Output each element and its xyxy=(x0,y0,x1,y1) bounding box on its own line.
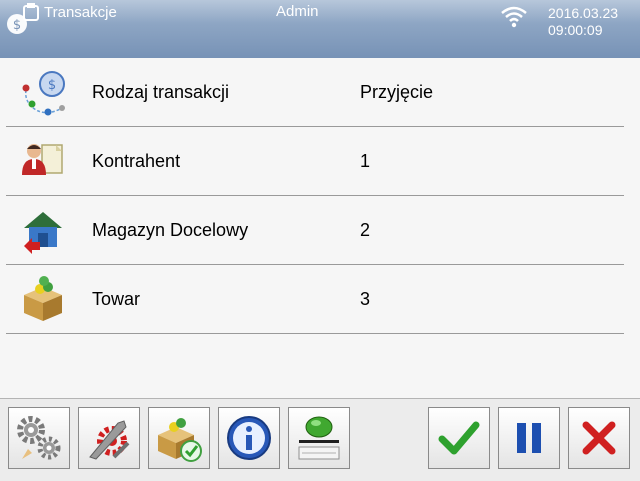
row-value: 3 xyxy=(360,289,371,309)
time-text: 09:00:09 xyxy=(548,22,603,38)
wifi-icon xyxy=(501,6,527,28)
row-target-warehouse[interactable]: Magazyn Docelowy 2 xyxy=(6,196,624,265)
product-check-icon xyxy=(158,418,202,462)
pause-icon xyxy=(517,423,541,453)
info-icon xyxy=(227,416,271,460)
bottom-toolbar xyxy=(0,398,640,481)
warehouse-icon xyxy=(24,212,62,254)
contractor-icon xyxy=(22,144,63,175)
cancel-button[interactable] xyxy=(568,407,630,469)
header-bar: $ Transakcje Admin 2016.03.23 09:00:09 xyxy=(0,0,640,58)
transaction-type-icon: $ xyxy=(22,71,65,116)
screen-title: Transakcje xyxy=(44,4,117,21)
tools-button[interactable] xyxy=(78,407,140,469)
date-time: 2016.03.23 09:00:09 xyxy=(548,5,618,39)
scale-coin-icon: $ xyxy=(7,3,39,34)
row-transaction-type[interactable]: $ Rodzaj transakcji Przyjęcie xyxy=(6,58,624,127)
pause-button[interactable] xyxy=(498,407,560,469)
transaction-list: $ Rodzaj transakcji Przyjęcie Kontrahent… xyxy=(0,58,640,398)
row-value: 2 xyxy=(360,220,371,240)
date-text: 2016.03.23 xyxy=(548,5,619,21)
settings-button[interactable] xyxy=(8,407,70,469)
info-button[interactable] xyxy=(218,407,280,469)
confirm-button[interactable] xyxy=(428,407,490,469)
row-value: 1 xyxy=(360,151,371,171)
row-label: Towar xyxy=(92,289,141,309)
product-box-icon xyxy=(24,276,62,321)
row-label: Rodzaj transakcji xyxy=(92,82,230,102)
gears-icon xyxy=(17,416,61,460)
row-contractor[interactable]: Kontrahent 1 xyxy=(6,127,624,196)
close-icon xyxy=(582,421,616,455)
tools-icon xyxy=(89,420,130,460)
tare-button[interactable] xyxy=(288,407,350,469)
row-value: Przyjęcie xyxy=(360,82,434,102)
checkmark-icon xyxy=(438,421,480,455)
row-label: Kontrahent xyxy=(92,151,181,171)
svg-text:$: $ xyxy=(48,78,56,93)
svg-text:$: $ xyxy=(13,18,21,33)
product-confirm-button[interactable] xyxy=(148,407,210,469)
logged-user: Admin xyxy=(276,3,319,20)
row-product[interactable]: Towar 3 xyxy=(6,265,624,334)
row-label: Magazyn Docelowy xyxy=(92,220,249,240)
scale-weight-icon xyxy=(298,416,340,460)
